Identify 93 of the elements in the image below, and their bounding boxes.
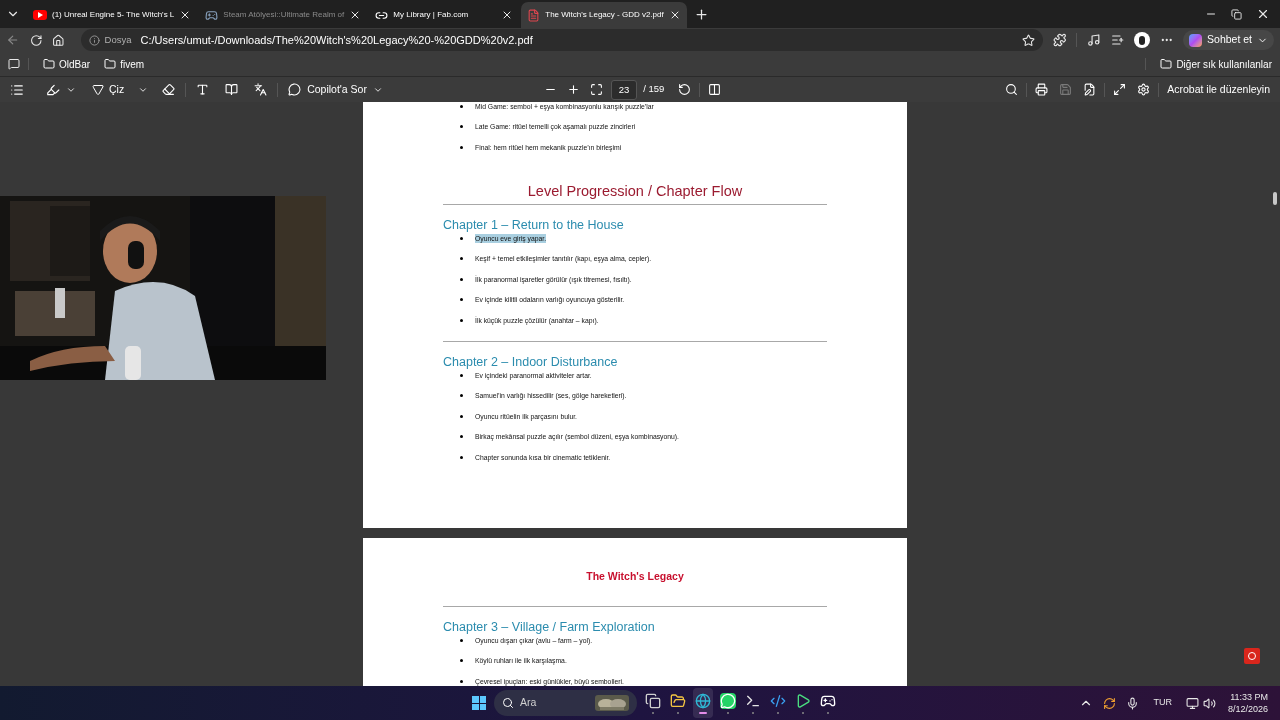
browser-tab[interactable]: The Witch's Legacy - GDD v2.pdf bbox=[521, 2, 687, 28]
sync-icon[interactable] bbox=[1103, 696, 1117, 710]
text-box-icon[interactable] bbox=[196, 83, 210, 96]
page-view-icon[interactable] bbox=[708, 83, 722, 96]
edit-button[interactable]: Acrobat ile düzenleyin bbox=[1167, 81, 1270, 98]
folder-icon bbox=[104, 58, 117, 70]
bullet-icon bbox=[460, 455, 463, 459]
section-title: Level Progression / Chapter Flow bbox=[526, 181, 744, 201]
bookmark-item[interactable]: OldBar bbox=[43, 56, 91, 72]
bullet-icon bbox=[460, 435, 463, 439]
info-icon[interactable] bbox=[88, 34, 100, 46]
browser-icon[interactable] bbox=[695, 692, 711, 709]
bullet-icon bbox=[460, 145, 463, 149]
bookmark-item[interactable]: Diğer sık kullanılanlar bbox=[1160, 56, 1272, 72]
network-icon[interactable] bbox=[1185, 696, 1199, 710]
contents-icon[interactable] bbox=[10, 82, 24, 97]
language-indicator[interactable]: TUR bbox=[1153, 696, 1172, 710]
print-icon[interactable] bbox=[1035, 83, 1049, 96]
copilot-icon bbox=[288, 83, 302, 96]
scheme-label: Dosya bbox=[104, 32, 132, 47]
chapter-heading: Chapter 3 – Village / Farm Exploration bbox=[443, 619, 656, 635]
fit-page-icon[interactable] bbox=[590, 83, 604, 96]
browser-tab[interactable]: (1) Unreal Engine 5- The Witch's L bbox=[27, 2, 198, 28]
back-icon[interactable] bbox=[6, 33, 20, 47]
chat-icon[interactable] bbox=[720, 692, 736, 709]
zoom-in-icon[interactable] bbox=[567, 83, 581, 96]
folder-icon bbox=[1160, 58, 1173, 70]
new-tab-icon[interactable] bbox=[693, 6, 709, 22]
chapter-heading: Chapter 1 – Return to the House bbox=[443, 217, 625, 233]
copilot-tool[interactable]: Copilot'a Sor bbox=[288, 81, 383, 98]
copilot-icon[interactable] bbox=[1189, 33, 1203, 47]
bullet-icon bbox=[460, 318, 463, 322]
browser-tab[interactable]: My Library | Fab.com bbox=[369, 2, 520, 28]
restore-icon[interactable] bbox=[1231, 8, 1242, 20]
page-total: / 159 bbox=[643, 82, 665, 97]
bullet-icon bbox=[460, 277, 463, 281]
code-editor-icon[interactable] bbox=[770, 692, 786, 709]
bullet-icon bbox=[460, 638, 463, 642]
pdf-icon bbox=[527, 8, 541, 22]
volume-icon[interactable] bbox=[1202, 696, 1216, 710]
search-field[interactable]: Ara bbox=[494, 690, 637, 716]
bullet-icon bbox=[460, 394, 463, 398]
refresh-icon[interactable] bbox=[29, 33, 43, 47]
profile-avatar[interactable] bbox=[1134, 32, 1150, 48]
draw-icon bbox=[92, 83, 104, 96]
save-as-icon[interactable] bbox=[1083, 83, 1097, 96]
address-field[interactable]: Dosya C:/Users/umut-/Downloads/The%20Witch's%20Legacy%20-%20GDD%20v2.pdf bbox=[80, 29, 1043, 51]
favorite-icon[interactable] bbox=[1021, 33, 1035, 47]
page-number-field[interactable]: 23 bbox=[611, 79, 638, 100]
extensions-icon[interactable] bbox=[1052, 33, 1067, 47]
bullet-icon bbox=[460, 257, 463, 261]
settings-icon[interactable] bbox=[1137, 83, 1151, 96]
copilot-button[interactable]: Sohbet et bbox=[1183, 30, 1274, 50]
rotate-icon[interactable] bbox=[678, 83, 692, 96]
bullet-icon bbox=[460, 373, 463, 377]
folder-icon[interactable] bbox=[670, 692, 686, 709]
search-icon[interactable] bbox=[502, 697, 514, 709]
highlight-icon[interactable] bbox=[46, 82, 60, 97]
search-icon[interactable] bbox=[1005, 83, 1019, 96]
eraser-icon[interactable] bbox=[162, 83, 176, 96]
clock[interactable]: 11:33 PM 8/12/2026 bbox=[1227, 691, 1268, 715]
microphone-icon[interactable] bbox=[1126, 696, 1140, 710]
bullet-icon bbox=[460, 125, 463, 129]
music-icon[interactable] bbox=[1087, 33, 1101, 47]
fullscreen-icon[interactable] bbox=[1113, 83, 1127, 96]
bullet-icon bbox=[460, 236, 463, 240]
bullet-icon bbox=[460, 298, 463, 302]
start-icon[interactable] bbox=[472, 696, 486, 710]
chapter-heading: Chapter 2 – Indoor Disturbance bbox=[443, 354, 619, 370]
bullet-icon bbox=[460, 659, 463, 663]
gamepad-icon bbox=[205, 8, 219, 22]
tab-title: Steam Atölyesi::Ultimate Realm of bbox=[223, 9, 345, 21]
close-icon[interactable] bbox=[1256, 7, 1270, 21]
favorites-icon[interactable] bbox=[1110, 33, 1125, 47]
tab-title: (1) Unreal Engine 5- The Witch's L bbox=[52, 9, 175, 21]
tab-title: The Witch's Legacy - GDD v2.pdf bbox=[545, 9, 664, 21]
save-icon[interactable] bbox=[1059, 83, 1073, 96]
page-header: The Witch's Legacy bbox=[585, 568, 685, 584]
browser-tab[interactable]: Steam Atölyesi::Ultimate Realm of bbox=[199, 2, 368, 28]
url-text: C:/Users/umut-/Downloads/The%20Witch's%20Legacy%20-%20GDD%20v2.pdf bbox=[140, 32, 534, 48]
play-icon bbox=[33, 10, 47, 20]
translate-icon[interactable] bbox=[254, 83, 268, 96]
folder-icon bbox=[43, 58, 55, 70]
bookmark-item[interactable]: fivem bbox=[104, 56, 145, 72]
play-icon[interactable] bbox=[795, 692, 811, 709]
home-icon[interactable] bbox=[52, 33, 65, 47]
bookmark-bar-icon[interactable] bbox=[8, 58, 20, 70]
tab-title: My Library | Fab.com bbox=[393, 9, 470, 21]
bullet-icon bbox=[460, 414, 463, 418]
read-aloud-icon[interactable] bbox=[225, 83, 239, 96]
draw-tool[interactable]: Çiz bbox=[92, 81, 125, 98]
bullet-icon bbox=[460, 104, 463, 108]
bullet-icon bbox=[460, 679, 463, 683]
